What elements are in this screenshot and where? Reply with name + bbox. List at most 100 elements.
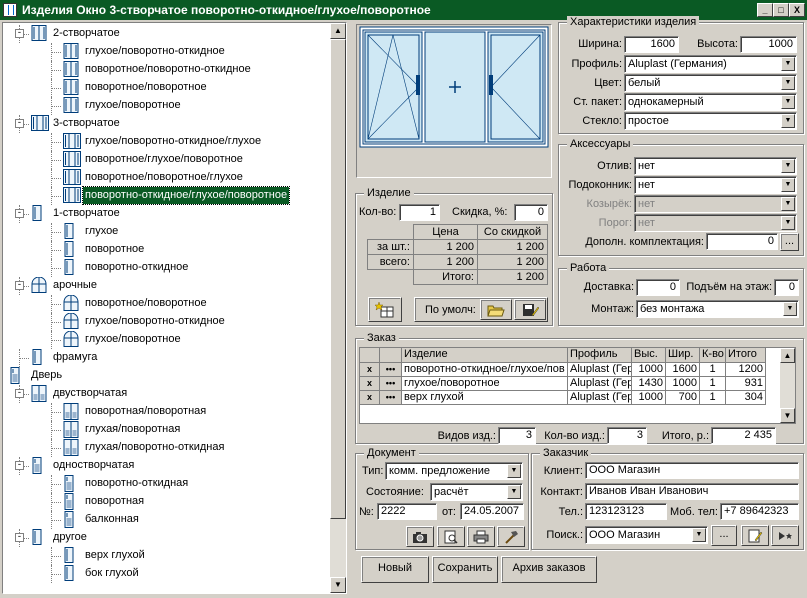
height-input[interactable]: 1000: [740, 36, 797, 53]
chevron-down-icon[interactable]: ▼: [783, 302, 797, 316]
doc-type-select[interactable]: комм. предложение ▼: [385, 462, 523, 480]
add-product-button[interactable]: [368, 297, 402, 322]
close-button[interactable]: X: [789, 3, 805, 17]
mount-select[interactable]: без монтажа ▼: [636, 300, 799, 318]
tree-item[interactable]: верх глухой: [3, 547, 328, 565]
collapse-toggle-icon[interactable]: -: [15, 29, 24, 38]
tree-item[interactable]: поворотная/поворотная: [3, 403, 328, 421]
tree-item[interactable]: - 3-створчатое: [3, 115, 328, 133]
tree-item[interactable]: глухая/поворотно-откидная: [3, 439, 328, 457]
product-tree[interactable]: - 2-створчатое глухое/поворотно-откидное по…: [2, 22, 347, 594]
order-column-header[interactable]: К-во: [700, 348, 726, 363]
row-options-button[interactable]: •••: [380, 377, 402, 391]
scroll-down-icon[interactable]: ▼: [780, 408, 795, 423]
chevron-down-icon[interactable]: ▼: [692, 528, 706, 542]
sill-select[interactable]: нет ▼: [634, 176, 797, 194]
chevron-down-icon[interactable]: ▼: [781, 95, 795, 109]
extra-more-button[interactable]: ...: [780, 233, 799, 251]
tree-item[interactable]: глухое/поворотно-откидное: [3, 312, 328, 331]
collapse-toggle-icon[interactable]: -: [15, 533, 24, 542]
tree-item[interactable]: глухое: [3, 223, 328, 241]
tree-item[interactable]: поворотное: [3, 241, 328, 259]
tree-item[interactable]: глухое/поворотно-откидное/глухое: [3, 133, 328, 151]
doc-state-select[interactable]: расчёт ▼: [430, 483, 523, 501]
tree-item[interactable]: бок глухой: [3, 565, 328, 583]
tree-item[interactable]: поворотное/поворотно-откидное: [3, 61, 328, 79]
order-column-header[interactable]: Изделие: [402, 348, 568, 363]
color-select[interactable]: белый ▼: [624, 74, 797, 92]
print-button[interactable]: [467, 526, 495, 547]
camera-button[interactable]: [406, 526, 434, 547]
collapse-toggle-icon[interactable]: -: [15, 461, 24, 470]
minimize-button[interactable]: _: [757, 3, 773, 17]
maximize-button[interactable]: □: [773, 3, 789, 17]
collapse-toggle-icon[interactable]: -: [15, 389, 24, 398]
tree-item[interactable]: - 1-створчатое: [3, 205, 328, 223]
tree-item[interactable]: поворотное/поворотное: [3, 79, 328, 97]
discount-input[interactable]: 0: [514, 204, 548, 221]
profile-select[interactable]: Aluplast (Германия) ▼: [624, 55, 797, 73]
tree-item[interactable]: - арочные: [3, 276, 328, 295]
tree-item[interactable]: глухое/поворотное: [3, 97, 328, 115]
tree-item[interactable]: -Дверь: [3, 367, 328, 384]
tree-item[interactable]: глухое/поворотно-откидное: [3, 43, 328, 61]
tree-item[interactable]: балконная: [3, 511, 328, 529]
row-options-button[interactable]: •••: [380, 363, 402, 377]
order-scrollbar[interactable]: ▲ ▼: [780, 348, 795, 423]
delete-row-button[interactable]: x: [360, 391, 380, 405]
edit-client-button[interactable]: [741, 525, 769, 546]
mobile-input[interactable]: +7 89642323: [720, 503, 799, 520]
open-default-button[interactable]: [480, 299, 512, 320]
floor-input[interactable]: 0: [774, 279, 799, 296]
chevron-down-icon[interactable]: ▼: [781, 76, 795, 90]
order-column-header[interactable]: [380, 348, 402, 363]
scroll-down-icon[interactable]: ▼: [330, 577, 346, 593]
tree-item[interactable]: - другое: [3, 529, 328, 547]
new-order-button[interactable]: Новый: [361, 556, 429, 583]
search-more-button[interactable]: ...: [711, 525, 737, 546]
otliv-select[interactable]: нет ▼: [634, 157, 797, 175]
tree-item[interactable]: глухая/поворотная: [3, 421, 328, 439]
tree-item[interactable]: поворотное/поворотное: [3, 294, 328, 313]
order-column-header[interactable]: Профиль: [568, 348, 632, 363]
tree-item[interactable]: поворотно-откидное: [3, 259, 328, 277]
preview-button[interactable]: [437, 526, 465, 547]
save-order-button[interactable]: Сохранить: [432, 556, 498, 583]
collapse-toggle-icon[interactable]: -: [15, 209, 24, 218]
doc-number-input[interactable]: 2222: [377, 503, 437, 520]
glass-select[interactable]: простое ▼: [624, 112, 797, 130]
tree-item[interactable]: поворотное/поворотное/глухое: [3, 169, 328, 187]
chevron-down-icon[interactable]: ▼: [781, 178, 795, 192]
next-client-button[interactable]: [771, 525, 799, 546]
order-column-header[interactable]: Выс.: [632, 348, 666, 363]
tree-scrollbar[interactable]: ▲ ▼: [330, 23, 346, 593]
contact-input[interactable]: Иванов Иван Иванович: [585, 483, 799, 500]
tree-item[interactable]: глухое/поворотное: [3, 330, 328, 349]
collapse-toggle-icon[interactable]: -: [15, 281, 24, 290]
extra-input[interactable]: 0: [706, 233, 778, 250]
doc-date-input[interactable]: 24.05.2007: [460, 503, 524, 520]
tree-item[interactable]: поворотно-откидное/глухое/поворотное: [3, 186, 328, 205]
phone-input[interactable]: 123123123: [585, 503, 667, 520]
save-default-button[interactable]: [514, 299, 546, 320]
tree-item[interactable]: поворотное/глухое/поворотное: [3, 151, 328, 169]
scroll-up-icon[interactable]: ▲: [330, 23, 346, 39]
tree-item[interactable]: поворотная: [3, 493, 328, 511]
delete-row-button[interactable]: x: [360, 363, 380, 377]
order-column-header[interactable]: Итого: [726, 348, 766, 363]
scroll-up-icon[interactable]: ▲: [780, 348, 795, 363]
chevron-down-icon[interactable]: ▼: [781, 114, 795, 128]
chevron-down-icon[interactable]: ▼: [507, 464, 521, 478]
tools-button[interactable]: [497, 526, 525, 547]
order-column-header[interactable]: Шир.: [666, 348, 700, 363]
delivery-input[interactable]: 0: [636, 279, 680, 296]
collapse-toggle-icon[interactable]: -: [15, 119, 24, 128]
tree-item[interactable]: фрамуга: [3, 349, 328, 367]
tree-item[interactable]: - 2-створчатое: [3, 25, 328, 43]
orders-archive-button[interactable]: Архив заказов: [501, 556, 597, 583]
glass-pack-select[interactable]: однокамерный ▼: [624, 93, 797, 111]
scroll-thumb[interactable]: [330, 39, 346, 519]
search-select[interactable]: ООО Магазин ▼: [585, 526, 708, 544]
order-table[interactable]: Изделие Профиль Выс. Шир. К-во Итого x ••• пово…: [359, 347, 796, 424]
tree-item[interactable]: - двустворчатая: [3, 385, 328, 403]
